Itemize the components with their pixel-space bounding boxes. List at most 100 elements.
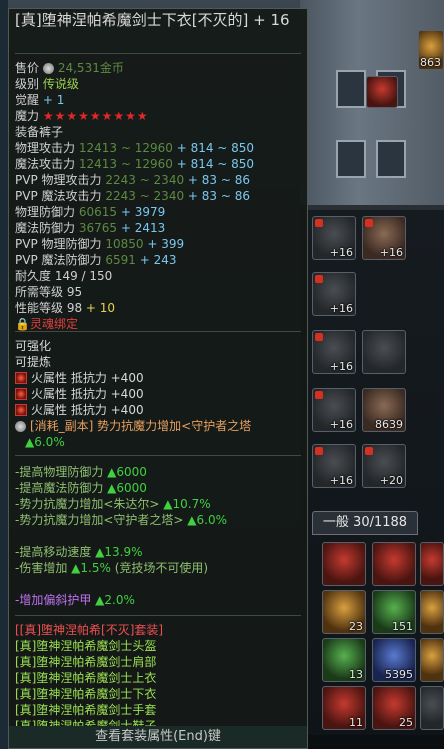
bonus-label: -势力抗魔力增加<朱达尔> [15, 497, 160, 511]
fire-resist-text: 火属性 抵抗力 +400 [31, 403, 144, 417]
set-item: [真]堕神涅帕希魔剑士下衣 [15, 687, 157, 701]
lock-icon [365, 219, 373, 227]
top-right-item-slot[interactable]: 863 [418, 30, 444, 70]
bag-slot-count: 23 [349, 620, 363, 633]
awaken-value: + 1 [42, 93, 65, 107]
soulbound-text: 灵魂绑定 [29, 317, 78, 331]
awaken-row: 觉醒 + 1 [15, 93, 64, 108]
equip-slot[interactable]: +16 [312, 216, 356, 260]
divider [15, 455, 301, 456]
bonus-row: -势力抗魔力增加<守护者之塔> ▲6.0% [15, 513, 227, 528]
bag-slot[interactable]: 5395 [372, 638, 416, 682]
bag-slot[interactable] [372, 542, 416, 586]
equip-slot[interactable]: +20 [362, 444, 406, 488]
coin-icon [42, 63, 54, 74]
rank-row: 级别 传说级 [15, 77, 79, 92]
consumable-row: [消耗_副本] 势力抗魔力增加<守护者之塔 [15, 419, 251, 434]
top-right-item-count: 863 [420, 56, 441, 69]
tab-general-inventory[interactable]: 一般 30/1188 [312, 511, 418, 535]
stat-base: 60615 [78, 205, 118, 219]
stat-label: PVP 物理攻击力 [15, 173, 102, 187]
price-row: 售价 24,531金币 [15, 61, 124, 76]
stat-label: PVP 魔法攻击力 [15, 189, 102, 203]
stat-bonus: + 2413 [120, 221, 166, 235]
bag-slot[interactable]: 25 [372, 686, 416, 730]
bag-slot[interactable]: 13 [322, 638, 366, 682]
bonus-label: -势力抗魔力增加<守护者之塔> [15, 513, 184, 527]
fire-resist-text: 火属性 抵抗力 +400 [31, 371, 144, 385]
equip-value: 裤子 [39, 125, 64, 139]
fire-element-icon [15, 404, 27, 416]
stat-bonus: + 3979 [120, 205, 166, 219]
bag-slot[interactable] [420, 590, 444, 634]
bonus-value: ▲6000 [107, 465, 147, 479]
bonus-value: ▲6000 [107, 481, 147, 495]
equip-slot-count: +16 [329, 246, 353, 259]
move-speed-label: -提高移动速度 [15, 545, 92, 559]
bonus-label: -提高魔法防御力 [15, 481, 104, 495]
rank-label: 级别 [15, 77, 40, 91]
stat-row: 物理防御力 60615 + 3979 [15, 205, 165, 220]
bag-slot[interactable]: 11 [322, 686, 366, 730]
set-item: [真]堕神涅帕希魔剑士肩部 [15, 655, 157, 669]
equip-slot[interactable]: +16 [362, 216, 406, 260]
lock-icon [365, 447, 373, 455]
stat-base: 12413 ~ 12960 [78, 141, 173, 155]
equip-slot[interactable]: 8639 [362, 388, 406, 432]
divider [15, 331, 301, 332]
stat-row: PVP 魔法攻击力 2243 ~ 2340 + 83 ~ 86 [15, 189, 250, 204]
set-item: [真]堕神涅帕希魔剑士上衣 [15, 671, 157, 685]
stat-bonus: + 243 [139, 253, 177, 267]
stat-label: 魔法攻击力 [15, 157, 76, 171]
stat-row: PVP 魔法防御力 6591 + 243 [15, 253, 176, 268]
bag-slot[interactable]: 23 [322, 590, 366, 634]
item-tooltip: [真]堕神涅帕希魔剑士下衣[不灭的] + 16 售价 24,531金币 级别 传… [8, 8, 308, 749]
lock-icon [315, 333, 323, 341]
fire-resist-row: 火属性 抵抗力 +400 [15, 403, 144, 418]
lock-icon: 🔒 [15, 317, 30, 331]
fire-resist-text: 火属性 抵抗力 +400 [31, 387, 144, 401]
stat-bonus: + 83 ~ 86 [187, 173, 251, 187]
quest-scroll-icon[interactable] [366, 76, 398, 108]
bag-slot[interactable] [420, 542, 444, 586]
equip-label: 装备 [15, 125, 40, 139]
magic-label: 魔力 [15, 109, 40, 123]
set-item: [真]堕神涅帕希魔剑士手套 [15, 703, 157, 717]
set-title: [[真]堕神涅帕希[不灭]套装] [15, 623, 164, 637]
performance-level: 性能等级 98 [15, 301, 83, 315]
durability: 耐久度 149 / 150 [15, 269, 113, 283]
bag-slot[interactable]: 151 [372, 590, 416, 634]
stat-base: 10850 [105, 237, 144, 251]
equip-slot-count: +20 [379, 474, 403, 487]
stat-row: PVP 物理攻击力 2243 ~ 2340 + 83 ~ 86 [15, 173, 250, 188]
bag-slot[interactable] [322, 542, 366, 586]
bag-slot-count: 151 [392, 620, 413, 633]
bonus-row: -势力抗魔力增加<朱达尔> ▲10.7% [15, 497, 211, 512]
rank-value: 传说级 [42, 77, 79, 91]
rune-icon [15, 421, 26, 432]
bonus-value: ▲10.7% [163, 497, 211, 511]
set-attributes-hint: 查看套装属性(End)键 [9, 726, 307, 748]
background-building: 863 [300, 0, 444, 210]
equip-slot-count: +16 [379, 246, 403, 259]
equip-slot[interactable]: +16 [312, 330, 356, 374]
equip-slot[interactable]: +16 [312, 444, 356, 488]
required-level: 所需等级 95 [15, 285, 83, 299]
consumable-value: ▲6.0% [25, 435, 65, 449]
magic-row: 魔力 ★★★★★★★★★ [15, 109, 149, 124]
damage-note: (竞技场不可使用) [114, 561, 209, 575]
stat-bonus: + 814 ~ 850 [176, 141, 255, 155]
consumable-text: [消耗_副本] 势力抗魔力增加<守护者之塔 [30, 419, 252, 433]
stat-label: PVP 物理防御力 [15, 237, 102, 251]
empty-equip-slot[interactable] [362, 330, 406, 374]
awaken-label: 觉醒 [15, 93, 40, 107]
equip-slot[interactable]: +16 [312, 388, 356, 432]
left-ui-strip [0, 0, 8, 749]
stat-base: 36765 [78, 221, 118, 235]
performance-level-row: 性能等级 98 + 10 [15, 301, 115, 316]
equip-slot[interactable]: +16 [312, 272, 356, 316]
bag-slot[interactable] [420, 638, 444, 682]
equip-slot-count: +16 [329, 418, 353, 431]
bag-slot[interactable] [420, 686, 444, 730]
building-window [376, 140, 406, 178]
